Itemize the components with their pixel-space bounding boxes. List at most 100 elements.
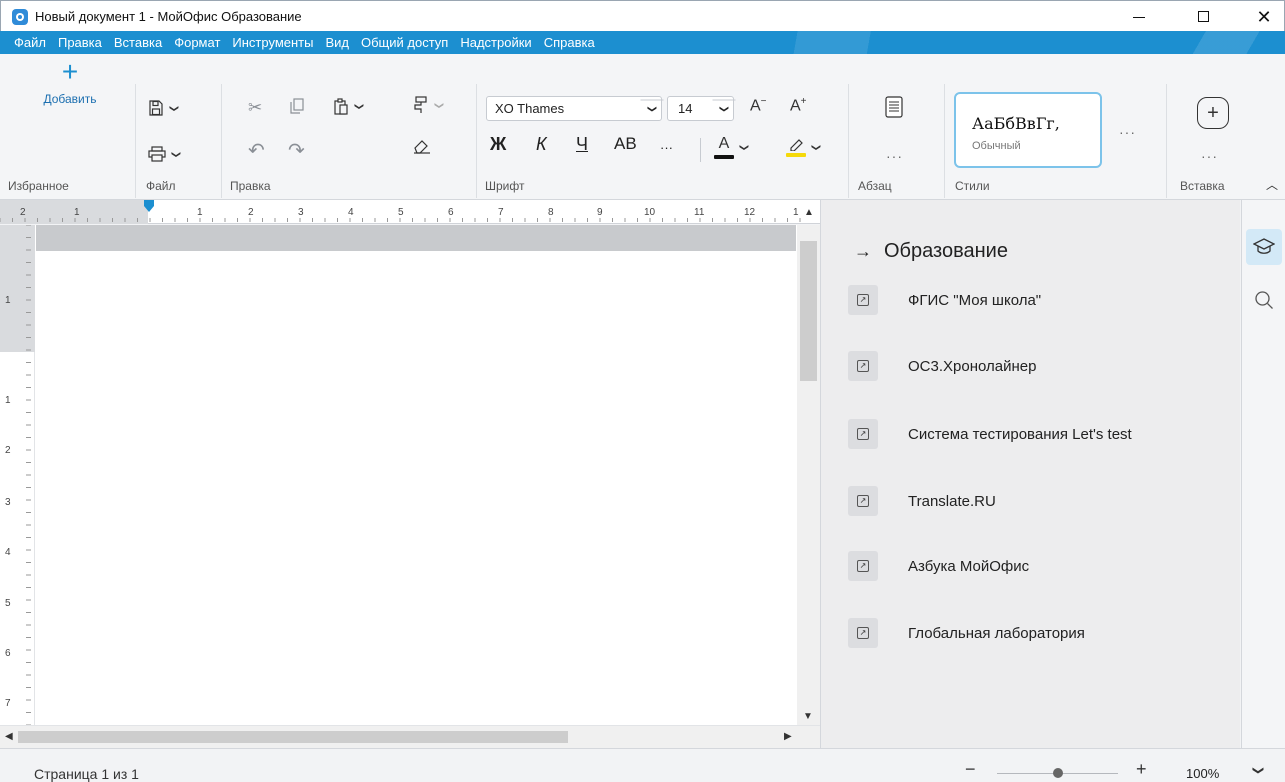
external-link-icon: ↗ [848, 551, 878, 581]
menu-addons[interactable]: Надстройки [454, 35, 537, 50]
vruler-mark: 5 [5, 598, 11, 609]
plus-icon: + [61, 56, 79, 87]
ruler-mark: 3 [298, 207, 304, 218]
panel-link-label: Система тестирования Let's test [908, 425, 1132, 443]
scroll-right-icon[interactable]: ▶ [784, 731, 792, 742]
style-name: Обычный [972, 140, 1021, 152]
zoom-slider-handle[interactable] [1053, 768, 1063, 778]
scrollbar-thumb[interactable] [18, 731, 568, 743]
search-icon [1255, 291, 1273, 309]
font-family-select[interactable]: XO Thames ❯ [486, 96, 664, 121]
panel-link-label: Глобальная лаборатория [908, 624, 1085, 642]
ruler-mark: 1 [74, 207, 80, 218]
menu-insert[interactable]: Вставка [108, 35, 168, 50]
paste-button[interactable]: ❯ [333, 98, 365, 115]
chevron-down-icon: ❯ [712, 99, 736, 118]
paragraph-icon [885, 96, 903, 118]
scroll-down-icon[interactable]: ▼ [803, 711, 813, 722]
panel-link-item[interactable]: ↗ Азбука МойОфис [848, 548, 1029, 584]
eraser-icon [414, 140, 430, 154]
style-normal-card[interactable]: АаБбВвГг, Обычный [954, 92, 1102, 168]
scroll-up-icon[interactable]: ▲ [804, 207, 814, 218]
panel-link-label: Азбука МойОфис [908, 557, 1030, 575]
bold-button[interactable]: Ж [490, 134, 506, 155]
format-painter-button[interactable]: ❯ [413, 96, 444, 114]
cut-button[interactable]: ✂ [248, 98, 262, 118]
more-font-button[interactable]: ··· [660, 140, 673, 155]
ruler-mark: 1 [793, 207, 799, 218]
vertical-scrollbar[interactable]: ▼ [797, 225, 820, 725]
save-button[interactable]: ❯ [148, 98, 179, 118]
underline-button[interactable]: Ч [576, 134, 588, 155]
chevron-down-icon: ❯ [354, 102, 365, 111]
panel-link-label: ОС3.Хронолайнер [908, 357, 1037, 375]
education-rail-button[interactable] [1246, 229, 1282, 265]
insert-more-button[interactable]: ··· [1201, 148, 1218, 164]
panel-link-item[interactable]: ↗ ФГИС "Моя школа" [848, 282, 1041, 318]
redo-icon: ↷ [288, 140, 305, 162]
scroll-left-icon[interactable]: ◀ [5, 731, 13, 742]
panel-link-item[interactable]: ↗ Система тестирования Let's test [848, 416, 1132, 452]
ribbon-separator [700, 138, 701, 162]
paragraph-more-button[interactable]: ··· [886, 148, 903, 164]
redo-button[interactable]: ↷ [288, 138, 305, 163]
chevron-up-icon: ︿ [1266, 178, 1279, 192]
print-button[interactable]: ❯ [148, 144, 181, 164]
zoom-out-button[interactable]: − [965, 759, 976, 780]
vruler-mark: 1 [5, 395, 11, 406]
increase-font-button[interactable]: A+ [790, 96, 807, 115]
group-label-file: Файл [146, 179, 176, 193]
menu-help[interactable]: Справка [538, 35, 601, 50]
highlight-color-button[interactable]: ❯ [786, 132, 821, 162]
panel-header[interactable]: → Образование [854, 240, 1008, 263]
clear-format-button[interactable] [413, 138, 431, 154]
scissors-icon: ✂ [248, 98, 263, 117]
highlighter-icon [786, 137, 806, 157]
panel-link-item[interactable]: ↗ Translate.RU [848, 483, 996, 519]
chevron-down-icon[interactable]: ❯ [1252, 766, 1265, 775]
panel-link-item[interactable]: ↗ Глобальная лаборатория [848, 615, 1085, 651]
external-link-icon: ↗ [848, 285, 878, 315]
decrease-font-button[interactable]: A− [750, 96, 767, 115]
menu-edit[interactable]: Правка [52, 35, 108, 50]
vruler-mark: 4 [5, 547, 11, 558]
paragraph-button[interactable] [885, 96, 903, 118]
increase-font-icon: A+ [790, 96, 807, 115]
collapse-ribbon-button[interactable]: ︿ [1266, 176, 1278, 193]
plus-icon: + [1207, 101, 1219, 124]
minimize-button[interactable] [1116, 1, 1162, 32]
styles-more-button[interactable]: ··· [1119, 124, 1136, 140]
menu-format[interactable]: Формат [168, 35, 226, 50]
zoom-in-button[interactable]: + [1136, 759, 1147, 780]
font-size-select[interactable]: 14 ❯ [667, 96, 736, 121]
close-button[interactable]: ✕ [1241, 1, 1285, 32]
vertical-ruler: 1 1 2 3 4 5 6 7 [0, 225, 35, 725]
menu-sharing[interactable]: Общий доступ [355, 35, 454, 50]
undo-button[interactable]: ↶ [248, 138, 265, 163]
status-bar: Страница 1 из 1 − + 100% ❯ [0, 748, 1285, 782]
external-link-icon: ↗ [848, 486, 878, 516]
menu-view[interactable]: Вид [319, 35, 355, 50]
italic-button[interactable]: К [536, 134, 547, 155]
page-top-margin [36, 225, 796, 251]
ruler-mark: 6 [448, 207, 454, 218]
copy-button[interactable] [290, 98, 304, 114]
maximize-button[interactable] [1180, 1, 1226, 32]
ruler-mark: 4 [348, 207, 354, 218]
scrollbar-thumb[interactable] [800, 241, 817, 381]
search-rail-button[interactable] [1246, 282, 1282, 318]
add-favorite-button[interactable]: + Добавить [30, 52, 110, 112]
panel-link-item[interactable]: ↗ ОС3.Хронолайнер [848, 348, 1036, 384]
document-page[interactable] [36, 251, 796, 725]
caps-button[interactable]: АВ [614, 134, 637, 154]
menu-tools[interactable]: Инструменты [226, 35, 319, 50]
close-icon: ✕ [1256, 6, 1272, 27]
font-size-value: 14 [678, 101, 693, 116]
insert-button[interactable]: + [1197, 97, 1229, 129]
horizontal-scrollbar[interactable]: ◀ ▶ [0, 725, 820, 748]
menu-file[interactable]: Файл [8, 35, 52, 50]
text-color-button[interactable]: А ❯ [714, 132, 749, 162]
side-rail [1241, 200, 1285, 748]
save-icon [149, 100, 163, 116]
text-color-icon: А [714, 135, 734, 159]
